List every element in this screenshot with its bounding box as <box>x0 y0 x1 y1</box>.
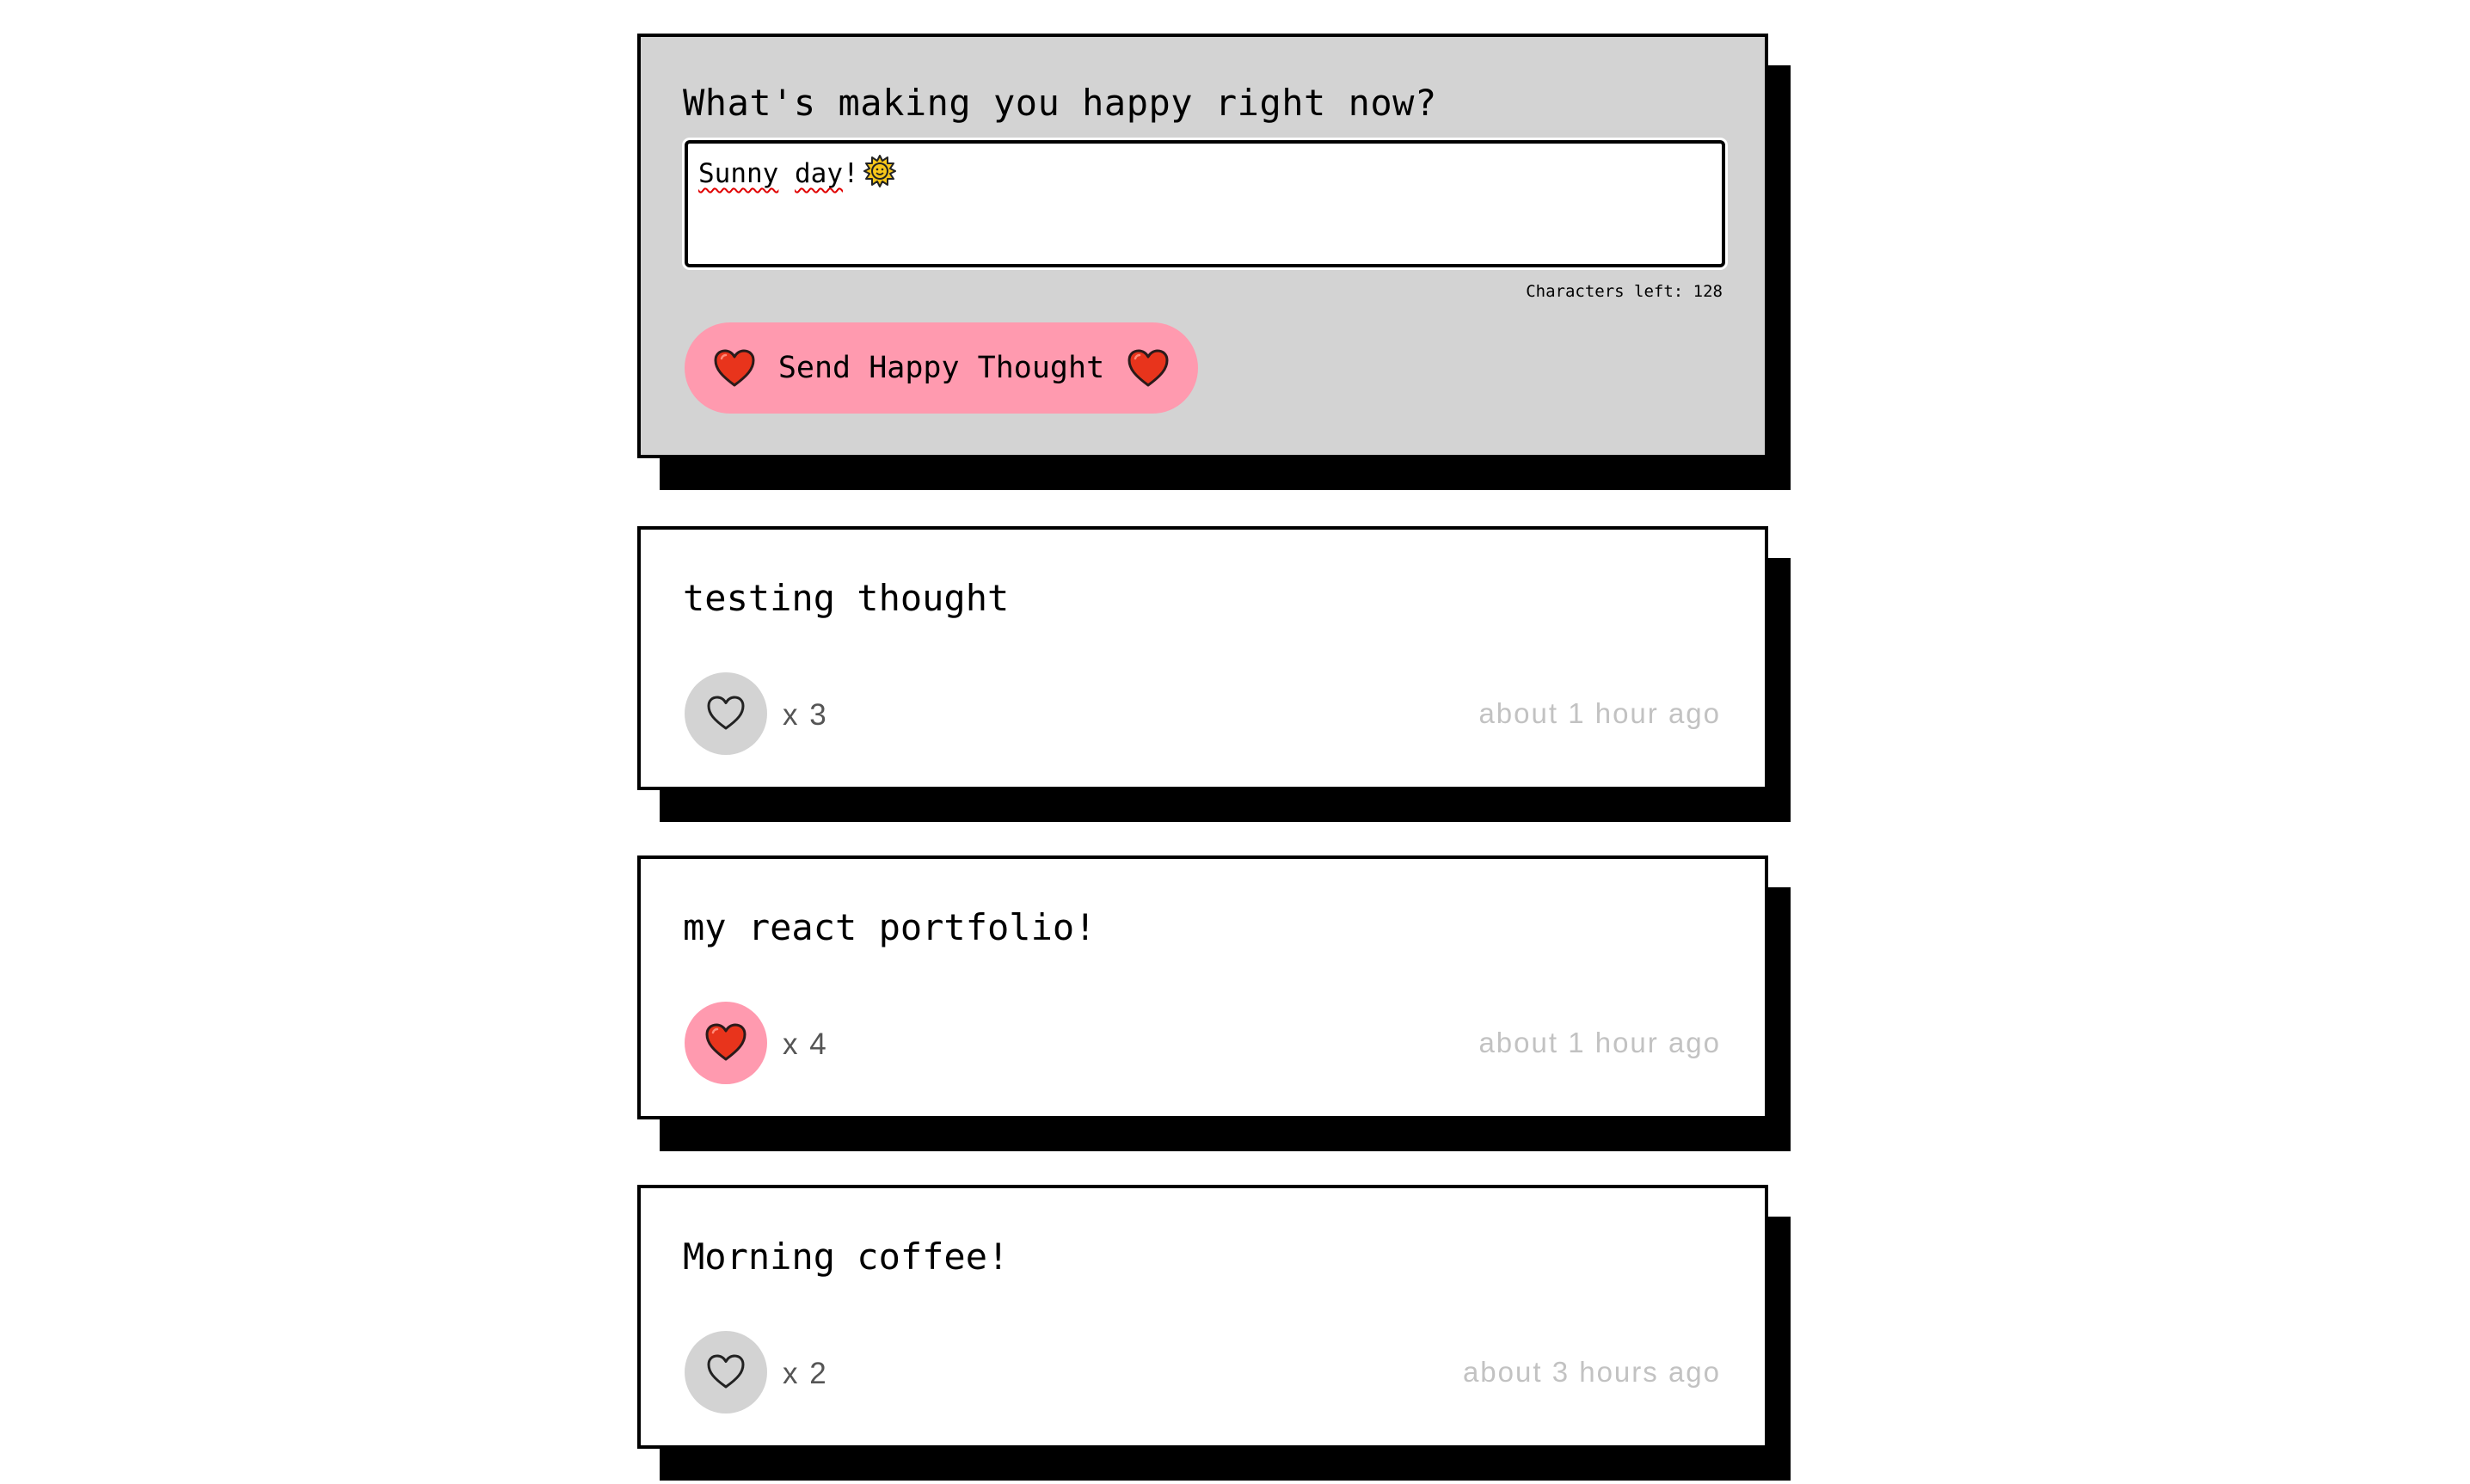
like-button[interactable] <box>685 672 767 755</box>
heart-outline-icon <box>704 693 747 735</box>
thought-message: Morning coffee! <box>683 1236 1010 1278</box>
heart-outline-icon <box>704 1352 747 1394</box>
input-text-space <box>778 161 795 187</box>
thought-timestamp: about 1 hour ago <box>1478 1027 1721 1058</box>
like-count: x 4 <box>783 1027 828 1061</box>
input-text-word-2: day <box>795 158 843 189</box>
thought-message: my react portfolio! <box>683 906 1097 948</box>
thought-message: testing thought <box>683 577 1010 619</box>
thought-card: my react portfolio! x 4 about 1 hour ago <box>637 855 1768 1119</box>
like-count: x 2 <box>783 1357 828 1390</box>
input-text-word-1: Sunny <box>698 158 779 189</box>
send-happy-thought-button[interactable]: Send Happy Thought <box>685 322 1198 414</box>
input-text-exclamation: ! <box>843 158 859 189</box>
like-count: x 3 <box>783 698 828 732</box>
send-button-label: Send Happy Thought <box>777 351 1105 385</box>
thought-timestamp: about 1 hour ago <box>1478 697 1721 729</box>
heart-icon <box>713 348 756 388</box>
thought-form: What's making you happy right now? Sunny… <box>637 34 1768 458</box>
characters-left-counter: Characters left: 128 <box>1526 282 1723 301</box>
thought-card: testing thought x 3 about 1 hour ago <box>637 526 1768 790</box>
thought-card: Morning coffee! x 2 about 3 hours ago <box>637 1185 1768 1449</box>
like-button[interactable] <box>685 1331 767 1413</box>
heart-icon <box>704 1022 747 1064</box>
sun-icon <box>863 154 897 188</box>
like-button[interactable] <box>685 1002 767 1084</box>
form-title: What's making you happy right now? <box>683 82 1437 124</box>
thought-timestamp: about 3 hours ago <box>1462 1356 1721 1388</box>
heart-icon <box>1127 348 1170 388</box>
thought-input[interactable]: Sunny day! <box>685 140 1725 267</box>
